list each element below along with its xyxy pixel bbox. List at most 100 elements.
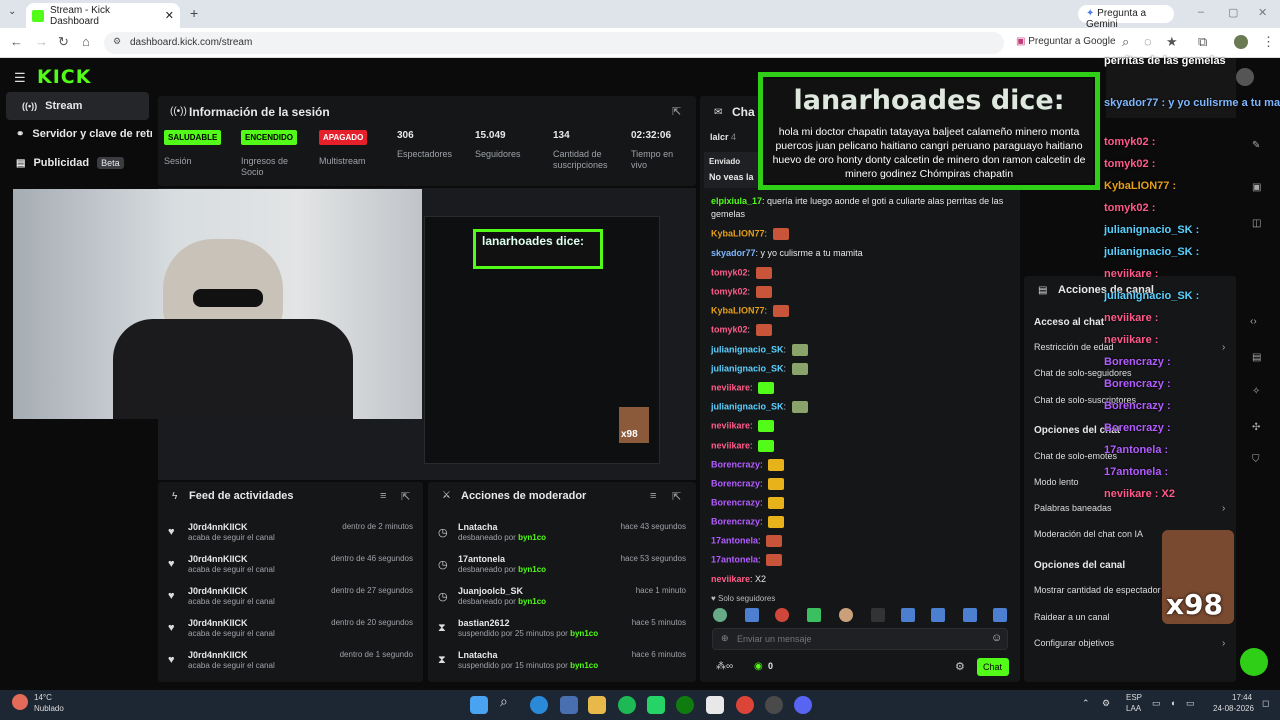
store-icon[interactable] [560,696,578,714]
site-info-icon[interactable]: ⚙ [113,36,121,47]
profile-avatar[interactable] [1234,35,1248,49]
shield-icon[interactable]: ⛉ [1252,454,1260,465]
new-tab-icon[interactable]: + [190,5,198,21]
menu-slow-mode[interactable]: Modo lento [1034,477,1079,487]
chat-username[interactable]: Borencrazy [711,478,760,488]
chat-username[interactable]: skyador77 [711,248,756,258]
pinned-user[interactable]: lalcr [710,132,729,142]
notifications-icon[interactable]: ◻ [1262,698,1269,709]
emote-icon[interactable] [745,608,759,622]
moderator-name[interactable]: byn1co [518,533,546,542]
popout-icon[interactable]: ⇱ [401,490,410,503]
filter-icon[interactable]: ≡ [380,490,386,502]
chat-username[interactable]: tomyk02 [711,324,748,334]
gear-icon[interactable]: ⚙ [955,660,965,673]
network-icon[interactable]: ▭ [1152,698,1161,709]
spotify-icon[interactable] [618,696,636,714]
menu-raid-channel[interactable]: Raidear a un canal [1034,612,1110,622]
chat-username[interactable]: tomyk02 [711,267,748,277]
sidebar-item-stream[interactable]: ((•)) Stream [6,92,149,120]
url-field[interactable]: ⚙ dashboard.kick.com/stream [104,32,1004,54]
chat-username[interactable]: neviikare [711,382,750,392]
back-icon[interactable]: ← [10,34,23,49]
start-icon[interactable] [470,696,488,714]
emoji-icon[interactable]: ☺ [991,632,1002,644]
chevron-right-icon[interactable]: › [1222,638,1225,649]
zoom-icon[interactable]: ⌕ [1122,34,1129,50]
whatsapp-icon[interactable] [647,696,665,714]
moderator-name[interactable]: byn1co [570,661,598,670]
app-icon[interactable] [706,696,724,714]
close-window-icon[interactable]: ✕ [1258,6,1267,19]
chat-settings-icon[interactable]: ⁂∞ [716,661,733,672]
emote-icon[interactable] [901,608,915,622]
chat-input[interactable] [737,631,977,647]
chat-username[interactable]: neviikare [711,420,750,430]
moderator-name[interactable]: byn1co [570,629,598,638]
list-icon[interactable]: ▤ [1252,352,1261,363]
chat-username[interactable]: Borencrazy [711,459,760,469]
browser-tab[interactable]: Stream - Kick Dashboard ✕ [26,3,180,28]
chat-username[interactable]: julianignacio_SK [711,363,784,373]
tray-chevron-icon[interactable]: ⌃ [1082,698,1090,709]
hamburger-menu-icon[interactable]: ☰ [14,70,26,86]
minimize-icon[interactable]: – [1198,6,1204,18]
clock-time[interactable]: 17:44 [1232,693,1252,702]
filter-icon[interactable]: ≡ [650,490,656,502]
follower-name[interactable]: J0rd4nnKlICK [188,618,248,628]
chat-username[interactable]: tomyk02 [711,286,748,296]
window-icon[interactable]: ▣ [1252,182,1261,193]
tab-list-icon[interactable]: ⌄ [8,6,16,17]
home-icon[interactable]: ⌂ [82,34,90,49]
moderated-user[interactable]: Lnatacha [458,650,498,660]
emote-icon[interactable] [871,608,885,622]
sidebar-item-server-key[interactable]: ⚭ Servidor y clave de retran [0,120,155,148]
chrome-icon[interactable] [736,696,754,714]
chat-username[interactable]: julianignacio_SK [711,344,784,354]
gemini-button[interactable]: ✦ Pregunta a Gemini [1078,5,1174,30]
emote-icon[interactable] [713,608,727,622]
chat-username[interactable]: Borencrazy [711,516,760,526]
weather-icon[interactable] [12,694,28,710]
emote-icon[interactable] [963,608,977,622]
emote-icon[interactable] [839,608,853,622]
chat-username[interactable]: neviikare [711,574,750,584]
xbox-icon[interactable] [676,696,694,714]
search-icon[interactable]: ⌕ [500,693,518,711]
chat-username[interactable]: KybaLION77 [711,228,765,238]
lang-code[interactable]: ESP [1126,693,1142,702]
menu-set-goals[interactable]: Configurar objetivos [1034,638,1114,648]
support-chat-button[interactable] [1240,648,1268,676]
kick-logo[interactable]: KICK [37,66,91,88]
tray-icon[interactable]: ⚙ [1102,698,1110,709]
chat-username[interactable]: 17antonela [711,554,758,564]
wrench-icon[interactable]: ✧ [1252,386,1260,397]
moderated-user[interactable]: bastian2612 [458,618,510,628]
chevron-right-icon[interactable]: › [1222,503,1225,514]
layout-icon[interactable]: ◫ [1252,218,1261,229]
browser-menu-icon[interactable]: ⋮ [1262,34,1275,50]
extensions-icon[interactable]: ⧉ [1198,34,1207,50]
chevron-right-icon[interactable]: › [1222,342,1225,353]
ask-google-button[interactable]: ▣ Preguntar a Google [1016,36,1116,47]
battery-icon[interactable]: ▭ [1186,698,1195,709]
moderator-name[interactable]: byn1co [518,597,546,606]
chat-username[interactable]: elpixiula_17 [711,196,762,206]
obs-icon[interactable] [765,696,783,714]
puzzle-icon[interactable]: ✣ [1252,422,1260,433]
popout-icon[interactable]: ⇱ [672,105,681,118]
eye-off-icon[interactable]: ◌ [1144,34,1152,49]
forward-icon[interactable]: → [35,34,48,49]
follower-name[interactable]: J0rd4nnKlICK [188,554,248,564]
lang-layout[interactable]: LAA [1126,704,1141,713]
volume-icon[interactable]: ◖ [1170,698,1175,708]
reload-icon[interactable]: ↻ [58,34,69,50]
code-icon[interactable]: ‹› [1250,316,1257,327]
edge-icon[interactable] [530,696,548,714]
send-chat-button[interactable]: Chat [977,658,1009,676]
follower-name[interactable]: J0rd4nnKlICK [188,586,248,596]
follower-name[interactable]: J0rd4nnKlICK [188,650,248,660]
folder-icon[interactable] [588,696,606,714]
emote-icon[interactable] [931,608,945,622]
chat-username[interactable]: Borencrazy [711,497,760,507]
